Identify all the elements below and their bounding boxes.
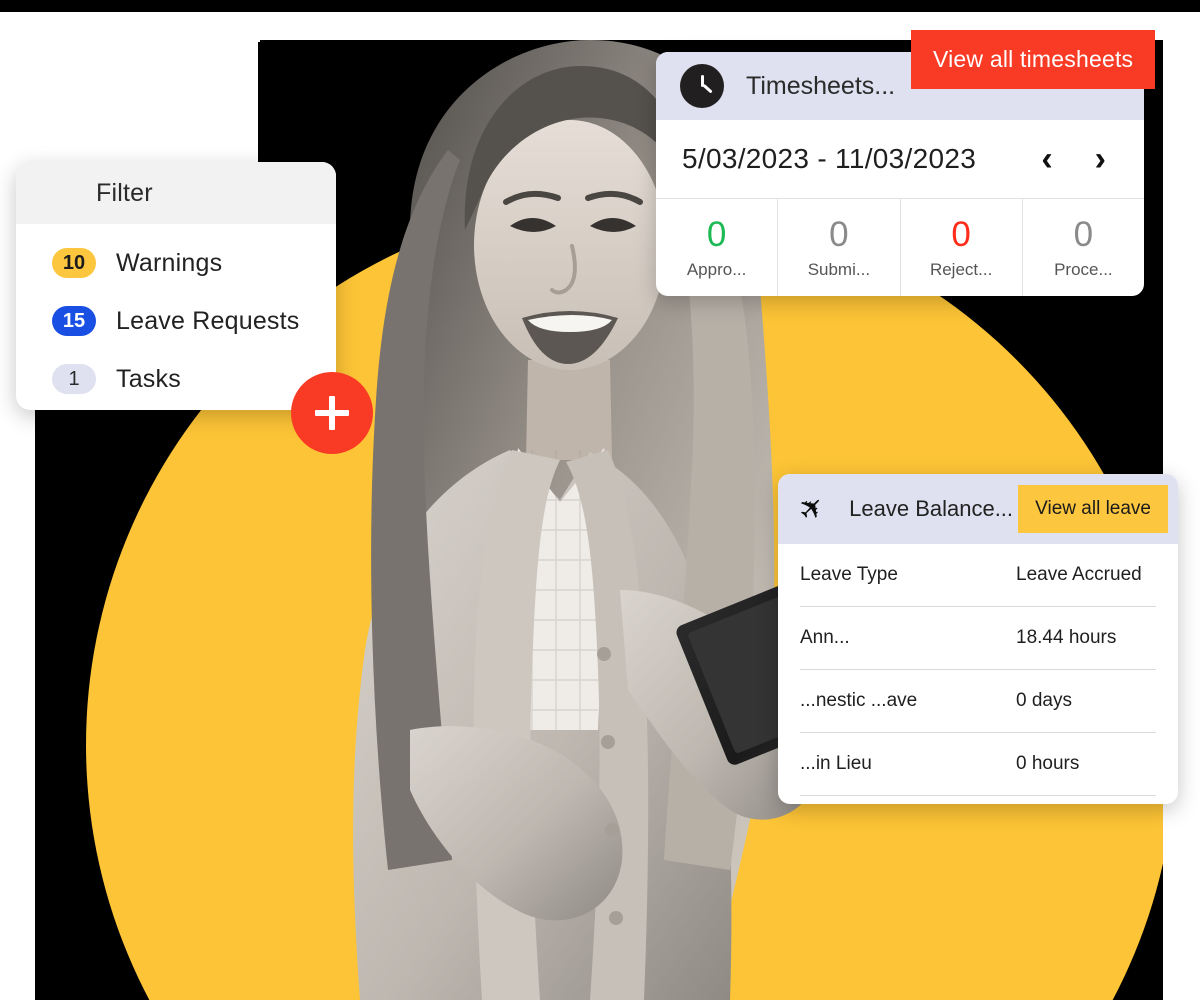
timesheets-title: Timesheets... [746, 71, 896, 100]
filter-item-tasks[interactable]: 1 Tasks [16, 350, 336, 408]
clock-icon [680, 64, 724, 108]
leave-type-cell: Ann... [800, 627, 850, 649]
stat-value: 0 [1073, 214, 1094, 254]
stat-value: 0 [951, 214, 971, 254]
stat-label: Appro... [686, 259, 747, 279]
filter-card: Filter 10 Warnings 15 Leave Requests 1 T… [16, 162, 336, 410]
leave-balance-card: ✈ Leave Balance... View all leave Leave … [778, 474, 1178, 804]
stat-label: Submi... [807, 259, 871, 279]
leave-accrued-cell: 0 hours [1016, 753, 1080, 774]
leave-accrued-cell: 0 days [1016, 690, 1072, 711]
frame-white-top-left [35, 12, 260, 42]
stat-label: Proce... [1054, 259, 1113, 279]
filter-item-warnings[interactable]: 10 Warnings [16, 234, 336, 292]
timesheets-date-nav: ‹ › [1041, 142, 1118, 176]
filter-item-label: Leave Requests [116, 306, 300, 335]
tasks-count-badge: 1 [52, 364, 96, 394]
background-black-top-bar [0, 0, 1200, 12]
timesheets-date-row: 5/03/2023 - 11/03/2023 ‹ › [656, 120, 1144, 198]
column-header-leave-type: Leave Type [800, 564, 898, 586]
filter-item-leave-requests[interactable]: 15 Leave Requests [16, 292, 336, 350]
stat-cell-rejected[interactable]: 0 Reject... [901, 199, 1023, 296]
filter-card-header: Filter [16, 162, 336, 224]
stat-label: Reject... [929, 259, 993, 279]
timesheets-stats-row: 0 Appro... 0 Submi... 0 Reject... 0 Proc… [656, 198, 1144, 296]
add-button[interactable] [291, 372, 373, 454]
leave-balance-title: Leave Balance... [849, 496, 1014, 521]
warnings-count-badge: 10 [52, 248, 96, 278]
table-row[interactable]: ...nestic ...ave 0 days [800, 670, 1156, 733]
leave-accrued-cell: 18.44 hours [1016, 627, 1117, 648]
stat-cell-submitted[interactable]: 0 Submi... [778, 199, 901, 296]
table-row[interactable]: Ann... 18.44 hours [800, 607, 1156, 670]
leave-type-cell: ...in Lieu [800, 753, 872, 775]
table-row[interactable]: Unpaid Pandemic Leave 65.58 weeks [800, 796, 1156, 804]
view-all-timesheets-button[interactable]: View all timesheets [911, 30, 1156, 89]
table-row[interactable]: ...in Lieu 0 hours [800, 733, 1156, 796]
composition-stage: Filter 10 Warnings 15 Leave Requests 1 T… [0, 0, 1200, 1000]
stat-cell-approved[interactable]: 0 Appro... [656, 199, 779, 296]
chevron-right-icon[interactable]: › [1095, 142, 1106, 176]
stat-value: 0 [829, 214, 849, 254]
frame-white-left [0, 12, 35, 1000]
timesheets-date-range: 5/03/2023 - 11/03/2023 [682, 143, 977, 174]
leave-balance-card-header: ✈ Leave Balance... View all leave [778, 474, 1178, 544]
filter-title: Filter [96, 178, 153, 207]
leave-requests-count-badge: 15 [52, 306, 96, 336]
stat-value: 0 [706, 214, 727, 254]
stat-cell-processed[interactable]: 0 Proce... [1023, 199, 1144, 296]
airplane-icon: ✈ [791, 488, 833, 530]
view-all-leave-button[interactable]: View all leave [1018, 485, 1168, 533]
leave-balance-table: Leave Type Leave Accrued Ann... 18.44 ho… [778, 544, 1178, 804]
filter-item-label: Warnings [116, 248, 223, 277]
column-header-leave-accrued: Leave Accrued [1016, 564, 1142, 585]
leave-type-cell: ...nestic ...ave [800, 690, 918, 712]
chevron-left-icon[interactable]: ‹ [1041, 142, 1052, 176]
filter-item-label: Tasks [116, 364, 181, 393]
filter-list: 10 Warnings 15 Leave Requests 1 Tasks [16, 224, 336, 408]
table-header-row: Leave Type Leave Accrued [800, 544, 1156, 607]
